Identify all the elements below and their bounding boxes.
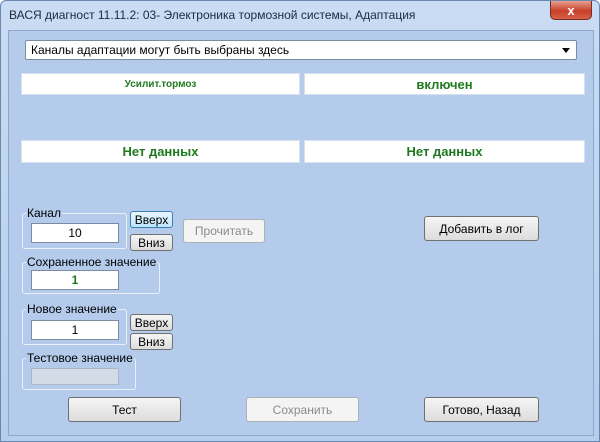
channel-down-label: Вниз <box>138 235 165 250</box>
test-button-label: Тест <box>112 402 137 417</box>
window-title: ВАСЯ диагност 11.11.2: 03- Электроника т… <box>9 8 416 22</box>
test-button[interactable]: Тест <box>68 397 181 422</box>
adaptation-channel-select[interactable]: Каналы адаптации могут быть выбраны здес… <box>25 40 577 60</box>
measure-panel-2-right: Нет данных <box>304 140 585 163</box>
measure-panel-2-left: Нет данных <box>21 140 300 163</box>
test-value-label: Тестовое значение <box>26 351 134 365</box>
measure-panel-1-left: Усилит.тормоз <box>21 73 300 95</box>
read-button-label: Прочитать <box>194 224 254 238</box>
save-button-label: Сохранить <box>272 402 333 417</box>
new-value-down-label: Вниз <box>138 334 165 349</box>
client-area: Каналы адаптации могут быть выбраны здес… <box>8 30 594 436</box>
channel-down-button[interactable]: Вниз <box>130 234 173 251</box>
channel-up-button[interactable]: Вверх <box>130 211 173 228</box>
measure-label: Усилит.тормоз <box>124 78 197 90</box>
saved-value-field: 1 <box>31 270 119 290</box>
new-value-up-button[interactable]: Вверх <box>130 314 173 331</box>
new-value-field[interactable]: 1 <box>31 320 119 340</box>
done-back-label: Готово, Назад <box>442 402 521 417</box>
new-value-up-label: Вверх <box>134 315 169 330</box>
channel-number-field[interactable]: 10 <box>31 223 119 243</box>
title-bar[interactable]: ВАСЯ диагност 11.11.2: 03- Электроника т… <box>1 1 599 29</box>
test-value-field <box>31 368 119 385</box>
add-to-log-label: Добавить в лог <box>439 221 524 236</box>
measure-panel-1-right: включен <box>304 73 585 95</box>
new-value-label: Новое значение <box>26 302 118 316</box>
saved-value-label: Сохраненное значение <box>26 255 158 269</box>
measure-label: Нет данных <box>122 144 199 159</box>
channel-up-label: Вверх <box>134 212 169 227</box>
new-value-down-button[interactable]: Вниз <box>130 333 173 350</box>
read-button[interactable]: Прочитать <box>183 219 265 243</box>
close-icon: x <box>567 2 575 18</box>
add-to-log-button[interactable]: Добавить в лог <box>424 216 539 241</box>
close-button[interactable]: x <box>550 1 592 20</box>
channel-group-label: Канал <box>26 206 62 220</box>
chevron-down-icon[interactable] <box>562 48 570 53</box>
adaptation-window: ВАСЯ диагност 11.11.2: 03- Электроника т… <box>0 0 600 442</box>
select-value: Каналы адаптации могут быть выбраны здес… <box>31 43 290 57</box>
save-button[interactable]: Сохранить <box>246 397 359 422</box>
measure-value: Нет данных <box>406 144 483 159</box>
measure-value: включен <box>416 76 473 92</box>
done-back-button[interactable]: Готово, Назад <box>424 397 539 422</box>
